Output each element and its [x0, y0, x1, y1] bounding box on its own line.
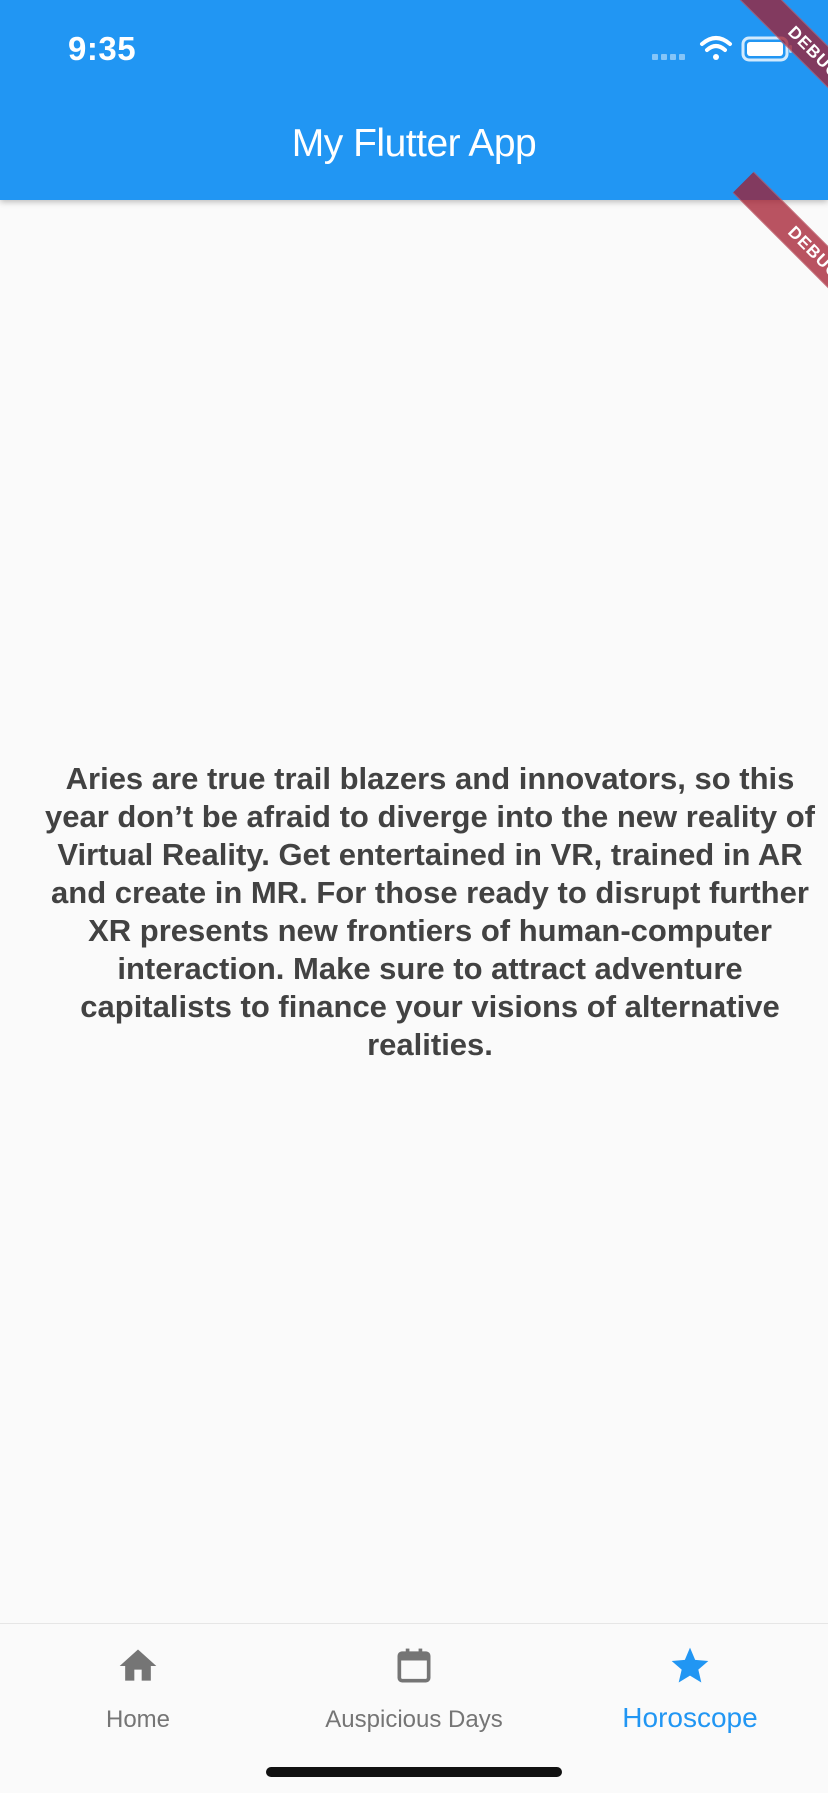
home-icon: [119, 1649, 157, 1681]
wifi-icon: [700, 36, 732, 60]
calendar-icon: [397, 1648, 431, 1683]
nav-item-home[interactable]: Home: [0, 1624, 276, 1734]
nav-item-horoscope[interactable]: Horoscope: [552, 1624, 828, 1734]
star-icon: [671, 1647, 709, 1683]
status-time: 9:35: [68, 30, 137, 67]
nav-label-horoscope: Horoscope: [622, 1702, 758, 1733]
home-indicator: [266, 1767, 562, 1777]
nav-label-home: Home: [105, 1706, 171, 1733]
bottom-navigation-bar: Home Auspicious Days Horoscope: [0, 1623, 828, 1793]
app-bar: 9:35 My Flutter App: [0, 0, 828, 200]
signal-icon: [652, 54, 685, 60]
horoscope-text: Aries are true trail blazers and innovat…: [45, 761, 815, 1062]
nav-label-auspicious-days: Auspicious Days: [325, 1706, 503, 1733]
nav-item-auspicious-days[interactable]: Auspicious Days: [276, 1624, 552, 1734]
app-title: My Flutter App: [291, 122, 537, 165]
